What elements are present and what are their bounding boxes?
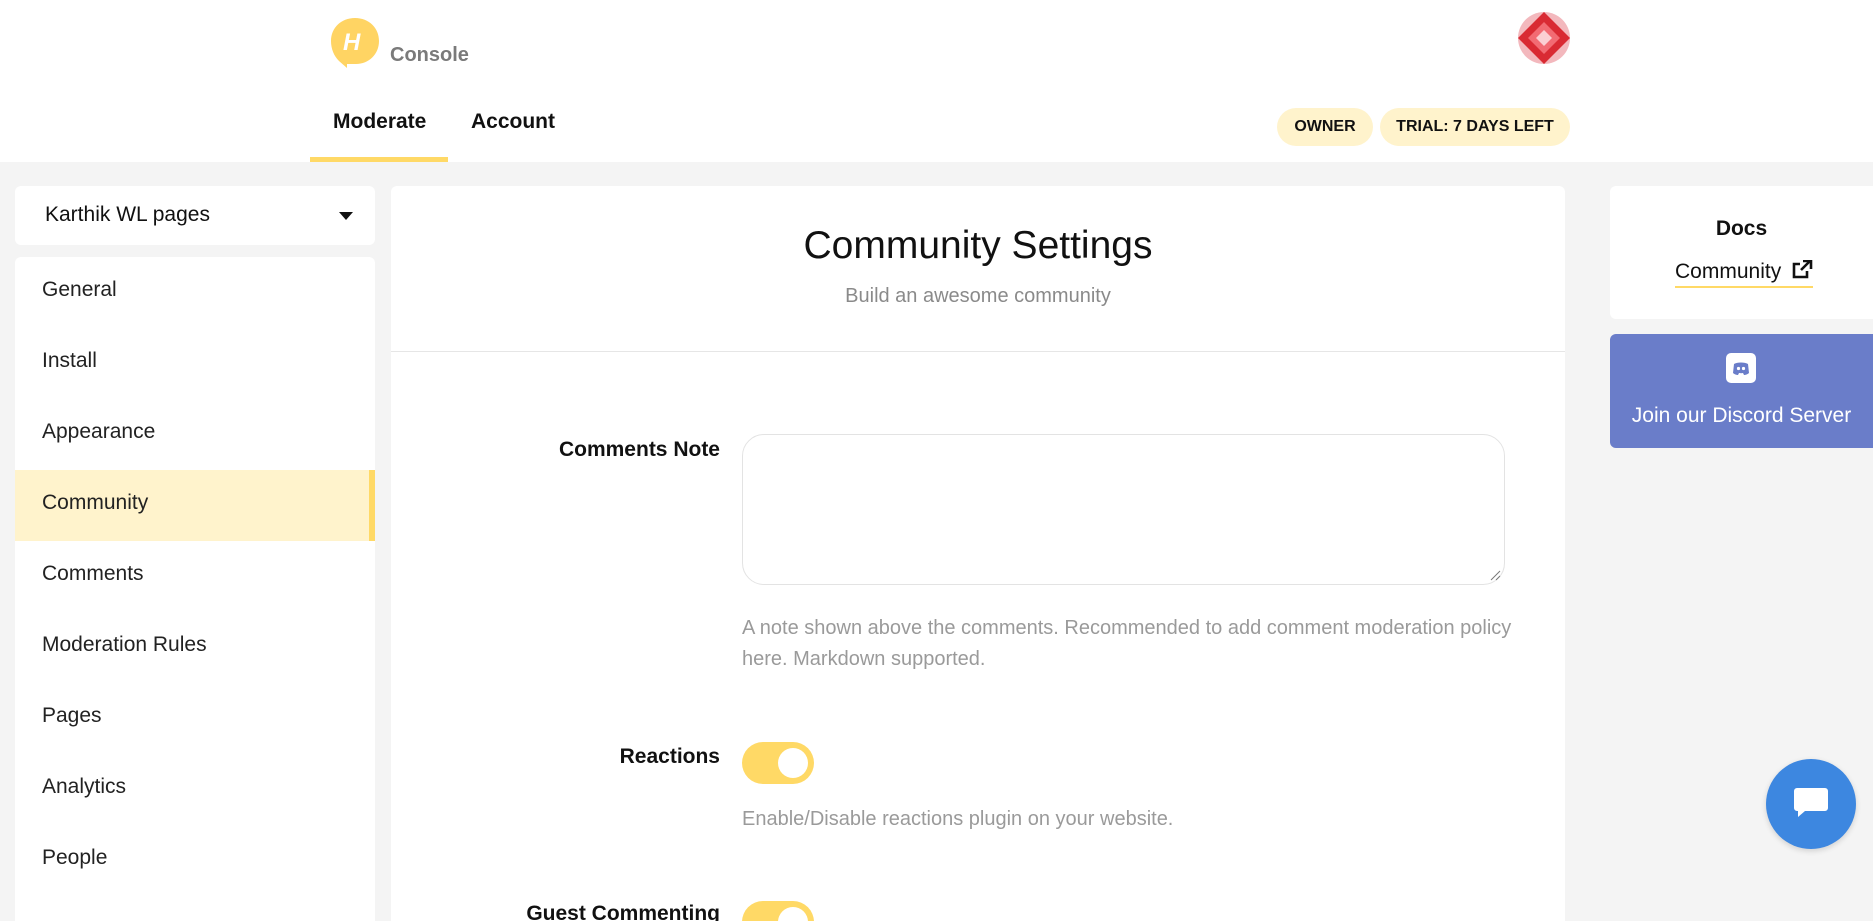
- sidebar-item-people[interactable]: People: [15, 825, 375, 896]
- docs-link-label: Community: [1675, 260, 1782, 283]
- sidebar-item-label: Appearance: [42, 420, 156, 443]
- discord-label: Join our Discord Server: [1631, 404, 1852, 427]
- sidebar-item-general[interactable]: General: [15, 257, 375, 328]
- logo-icon[interactable]: H: [329, 16, 381, 68]
- external-link-icon: [1792, 259, 1813, 279]
- sidebar-item-pages[interactable]: Pages: [15, 683, 375, 754]
- active-tab-indicator: [310, 157, 448, 162]
- top-header: H Console Moderate Account OWNER TRIAL: …: [0, 0, 1873, 162]
- sidebar-item-appearance[interactable]: Appearance: [15, 399, 375, 470]
- settings-card: Community Settings Build an awesome comm…: [391, 186, 1565, 921]
- sidebar-item-label: Moderation Rules: [42, 633, 207, 656]
- site-select-value: Karthik WL pages: [45, 203, 210, 226]
- sidebar-item-label: Comments: [42, 562, 144, 585]
- comments-note-help: A note shown above the comments. Recomme…: [742, 617, 1512, 670]
- logo-letter: H: [343, 29, 361, 56]
- toggle-knob: [778, 748, 808, 778]
- sidebar-item-install[interactable]: Install: [15, 328, 375, 399]
- guest-commenting-toggle[interactable]: [742, 901, 814, 921]
- sidebar-item-moderation-rules[interactable]: Moderation Rules: [15, 612, 375, 683]
- trial-badge: TRIAL: 7 DAYS LEFT: [1380, 108, 1570, 146]
- sidebar-item-label: Analytics: [42, 775, 127, 798]
- brand-name: Console: [390, 44, 469, 66]
- role-badge: OWNER: [1277, 108, 1373, 146]
- sidebar-item-label: Community: [42, 491, 149, 514]
- reactions-toggle[interactable]: [742, 742, 814, 784]
- user-avatar[interactable]: [1518, 12, 1570, 64]
- sidebar-item-comments[interactable]: Comments: [15, 541, 375, 612]
- sidebar-item-label: People: [42, 846, 108, 869]
- avatar-image: [1518, 12, 1570, 64]
- guest-commenting-label: Guest Commenting: [526, 902, 720, 921]
- docs-community-link[interactable]: Community: [1675, 259, 1814, 288]
- caret-down-icon: [339, 212, 353, 220]
- comments-note-label: Comments Note: [558, 438, 720, 461]
- divider: [391, 351, 1565, 352]
- sidebar-nav: General Install Appearance Community Com…: [15, 257, 375, 921]
- page-subtitle: Build an awesome community: [845, 285, 1111, 307]
- comments-note-textarea[interactable]: [742, 434, 1505, 585]
- reactions-help: Enable/Disable reactions plugin on your …: [742, 808, 1174, 830]
- tab-moderate[interactable]: Moderate: [333, 110, 426, 134]
- sidebar-item-community[interactable]: Community: [15, 470, 375, 541]
- site-select[interactable]: Karthik WL pages: [15, 186, 375, 245]
- docs-title: Docs: [1715, 217, 1768, 240]
- sidebar-item-analytics[interactable]: Analytics: [15, 754, 375, 825]
- chat-bubble-icon: [1794, 788, 1828, 817]
- reactions-label: Reactions: [619, 745, 720, 768]
- sidebar-item-label: General: [42, 278, 117, 301]
- sidebar-item-label: Install: [42, 349, 97, 372]
- tab-account[interactable]: Account: [471, 110, 555, 134]
- resize-handle-icon[interactable]: [1489, 569, 1501, 581]
- docs-panel: Docs Community: [1610, 186, 1873, 319]
- page-title: Community Settings: [803, 224, 1153, 267]
- discord-icon: [1726, 353, 1756, 383]
- chat-widget-button[interactable]: [1766, 759, 1856, 849]
- sidebar-item-label: Pages: [42, 704, 102, 727]
- discord-join-button[interactable]: Join our Discord Server: [1610, 334, 1873, 448]
- toggle-knob: [778, 907, 808, 921]
